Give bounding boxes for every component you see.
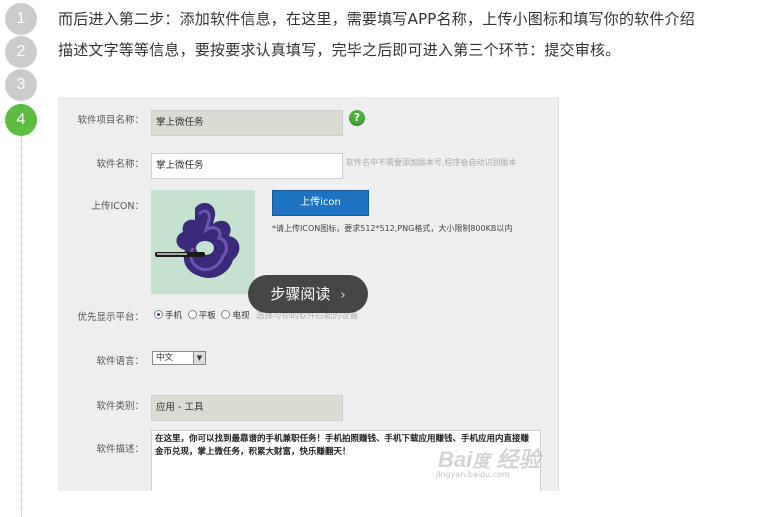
platform-radio-phone[interactable] [154, 310, 163, 319]
step-2-indicator[interactable]: 2 [5, 36, 37, 68]
category-label: 软件类别： [96, 401, 144, 412]
project-name-field: 掌上微任务 [151, 110, 343, 136]
platform-option-phone: 手机 [165, 311, 183, 321]
help-icon[interactable]: ? [349, 110, 365, 126]
step-3-indicator[interactable]: 3 [5, 69, 37, 101]
chevron-right-icon: › [340, 288, 346, 303]
step-rail: 1 2 3 4 [0, 0, 48, 517]
platform-option-tv: 电视 [232, 311, 250, 321]
watermark-url: jingyan.baidu.com [436, 470, 510, 479]
language-selected-value: 中文 [156, 353, 174, 363]
step-connector-line [21, 102, 22, 517]
upload-requirements-note: *请上传ICON图标，要求512*512,PNG格式，大小限制800KB以内 [272, 224, 513, 233]
step-read-label: 步骤阅读 [270, 285, 331, 303]
platform-option-tablet: 平板 [198, 311, 216, 321]
platform-label: 优先显示平台： [77, 312, 144, 323]
step-description-text: 而后进入第二步：添加软件信息，在这里，需要填写APP名称，上传小图标和填写你的软… [58, 10, 695, 59]
app-name-input[interactable]: 掌上微任务 [151, 153, 343, 179]
project-name-label: 软件项目名称： [77, 115, 144, 126]
category-field: 应用 - 工具 [151, 395, 343, 421]
step-4-indicator[interactable]: 4 [5, 104, 37, 136]
upload-icon-button[interactable]: 上传icon [272, 190, 369, 216]
hand-ok-icon [155, 202, 240, 279]
language-select[interactable]: 中文 ▼ [152, 351, 206, 365]
platform-radio-tablet[interactable] [187, 310, 197, 319]
chevron-down-icon[interactable]: ▼ [193, 352, 205, 364]
description-label: 软件描述： [96, 444, 144, 455]
app-name-hint: 软件名中不需要添加版本号,程序会自动识别版本 [346, 158, 517, 167]
upload-icon-label: 上传ICON： [91, 201, 144, 212]
platform-radio-tv[interactable] [221, 310, 231, 319]
app-icon-preview [151, 190, 255, 294]
step-1-indicator[interactable]: 1 [5, 3, 37, 35]
language-label: 软件语言： [96, 356, 144, 367]
app-name-label: 软件名称： [96, 159, 144, 170]
step-read-button[interactable]: 步骤阅读 › [248, 275, 368, 313]
